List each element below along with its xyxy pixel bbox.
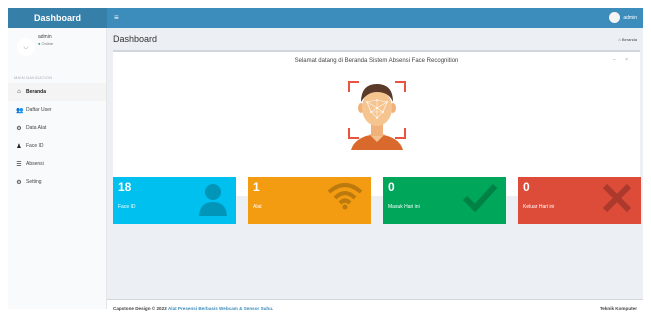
user-icon (199, 184, 227, 216)
stat-box-face-id[interactable]: 18 Face ID (113, 177, 236, 224)
sidebar-item-label: Setting (26, 179, 42, 185)
footer-copyright: Capstone Design © 2023 (113, 306, 167, 311)
stat-box-keluar[interactable]: 0 Keluar Hari ini (518, 177, 641, 224)
breadcrumb[interactable]: ⌂ Beranda (618, 37, 637, 42)
sidebar-item-face-id[interactable]: ♟ Face ID (8, 137, 106, 155)
face-recognition-illustration (348, 81, 406, 150)
user-menu[interactable]: admin (609, 12, 637, 23)
welcome-title: Selamat datang di Beranda Sistem Absensi… (294, 58, 459, 64)
stat-label: Keluar Hari ini (523, 204, 555, 210)
sidebar-item-beranda[interactable]: ⌂ Beranda (8, 83, 106, 101)
hamburger-icon[interactable]: ≡ (114, 13, 122, 22)
page-title: Dashboard (113, 34, 158, 44)
home-icon: ⌂ (618, 37, 621, 42)
sidebar-item-setting[interactable]: ⚙ Setting (8, 173, 106, 191)
home-icon: ⌂ (17, 89, 21, 95)
box-tools[interactable]: – × (613, 57, 632, 63)
stat-label: Alat (253, 204, 262, 210)
online-dot-icon: ● (38, 41, 41, 46)
status-text: Online (41, 41, 54, 46)
avatar: ◡ (17, 38, 35, 56)
stat-label: Masuk Hari ini (388, 204, 420, 210)
user-menu-name: admin (623, 14, 637, 21)
wifi-icon (327, 183, 363, 210)
stat-value: 0 (523, 180, 530, 194)
sidebar: ◡ admin ● Online MAIN NAVIGATION ⌂ Beran… (8, 28, 107, 309)
footer-right: Teknik Komputer (599, 306, 637, 311)
stat-value: 0 (388, 180, 395, 194)
nav-header: MAIN NAVIGATION (14, 75, 53, 80)
sidebar-item-daftar-user[interactable]: 👥 Daftar User (8, 101, 106, 119)
sidebar-item-data-alat[interactable]: ⚙ Data Alat (8, 119, 106, 137)
cogs-icon: ⚙ (16, 125, 22, 132)
avatar (609, 12, 621, 23)
stat-value: 1 (253, 180, 260, 194)
stat-box-masuk[interactable]: 0 Masuk Hari ini (383, 177, 506, 224)
footer: Capstone Design © 2023 Alat Presensi Ber… (107, 299, 643, 317)
sidebar-item-label: Daftar User (26, 107, 52, 113)
content-wrapper: Dashboard ⌂ Beranda Selamat datang di Be… (107, 28, 643, 299)
breadcrumb-item: Beranda (621, 37, 637, 42)
close-icon (602, 183, 632, 213)
sidebar-item-label: Face ID (26, 143, 44, 149)
stat-label: Face ID (118, 204, 136, 210)
users-icon: 👥 (16, 107, 24, 114)
list-icon: ☰ (16, 161, 22, 168)
user-panel: ◡ admin ● Online (8, 28, 106, 66)
sidebar-item-absensi[interactable]: ☰ Absensi (8, 155, 106, 173)
gear-icon: ⚙ (16, 179, 22, 186)
user-icon: ♟ (16, 143, 22, 150)
app-logo[interactable]: Dashboard (8, 8, 107, 28)
stat-box-alat[interactable]: 1 Alat (248, 177, 371, 224)
sidebar-user-status: ● Online (38, 41, 53, 46)
sidebar-item-label: Data Alat (26, 125, 47, 131)
sidebar-item-label: Beranda (26, 89, 47, 95)
welcome-box: Selamat datang di Beranda Sistem Absensi… (113, 50, 640, 196)
sidebar-item-label: Absensi (26, 161, 44, 167)
check-icon (462, 183, 498, 212)
footer-link[interactable]: Alat Presensi Berbasis Webcam & Sensor S… (168, 306, 273, 311)
footer-left: Capstone Design © 2023 Alat Presensi Ber… (113, 306, 273, 311)
stat-value: 18 (118, 180, 132, 194)
sidebar-user-name: admin (38, 34, 52, 40)
main-header: Dashboard ≡ admin (8, 8, 643, 28)
